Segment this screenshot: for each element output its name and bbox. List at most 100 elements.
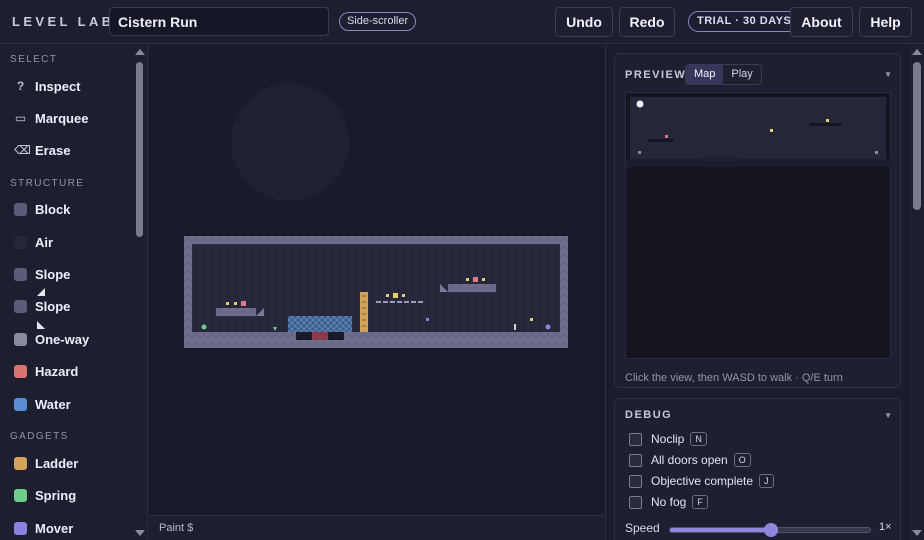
- debug-card: DEBUG ▼ Noclip N All doors open O Object…: [614, 398, 901, 540]
- tile-one-way[interactable]: One-way: [14, 327, 89, 351]
- tile-block[interactable]: Block: [14, 197, 70, 221]
- redo-button[interactable]: Redo: [619, 7, 675, 37]
- shortcut-key: J: [759, 474, 774, 488]
- tool-erase[interactable]: ⌫ Erase: [14, 138, 70, 162]
- scroll-down-icon[interactable]: [135, 530, 145, 536]
- tile-label: Air: [35, 234, 54, 250]
- shortcut-key: F: [692, 495, 708, 509]
- question-icon: ?: [16, 79, 25, 93]
- section-gadgets: GADGETS: [10, 431, 69, 442]
- tool-marquee[interactable]: ▭ Marquee: [14, 106, 89, 130]
- tab-play[interactable]: Play: [723, 65, 760, 84]
- minimap-gem: [770, 129, 773, 132]
- collapse-icon[interactable]: ▼: [884, 70, 892, 79]
- preview-card: PREVIEW Map Play ▼ Click the view, then …: [614, 53, 901, 388]
- objective-complete-option[interactable]: Objective complete J: [629, 472, 774, 490]
- gadget-spring[interactable]: Spring: [14, 483, 76, 507]
- player-start: [201, 324, 207, 330]
- coin: [386, 294, 389, 297]
- gadget-mover[interactable]: Mover: [14, 516, 73, 540]
- minimap[interactable]: [626, 93, 892, 360]
- block-swatch: [14, 202, 27, 216]
- level-canvas[interactable]: [149, 45, 604, 515]
- tool-label: Inspect: [35, 78, 81, 94]
- app-window: LEVEL LAB Side-scroller Undo Redo TRIAL …: [0, 0, 924, 540]
- tile-label: Hazard: [35, 363, 79, 379]
- tool-inspect[interactable]: ? Inspect: [14, 74, 81, 98]
- doors-open-option[interactable]: All doors open O: [629, 451, 751, 469]
- cursor-glow: [231, 83, 349, 201]
- preview-viewport[interactable]: [625, 92, 892, 360]
- water-pool: [288, 316, 352, 332]
- tile-slope-left[interactable]: Slope: [14, 262, 70, 286]
- coin: [402, 294, 405, 297]
- scroll-up-icon[interactable]: [135, 49, 145, 55]
- preview-tabs[interactable]: Map Play: [685, 64, 762, 85]
- tab-map[interactable]: Map: [686, 65, 724, 84]
- left-platform: [216, 308, 256, 316]
- minimap-level: [630, 97, 886, 159]
- minimap-shadow: [626, 159, 892, 167]
- minimap-coin: [826, 119, 829, 122]
- tool-label: Marquee: [35, 110, 89, 126]
- air-swatch: [14, 235, 27, 249]
- one-way-swatch: [14, 332, 27, 346]
- doors-open-checkbox[interactable]: [629, 453, 642, 467]
- trial-badge[interactable]: TRIAL · 30 DAYS: [688, 11, 801, 32]
- collapse-icon[interactable]: ▼: [884, 411, 892, 420]
- scrollbar-thumb[interactable]: [136, 62, 143, 237]
- tile-air[interactable]: Air: [14, 230, 53, 254]
- speed-control: Speed 1×: [625, 521, 895, 537]
- ceiling-blocks: [184, 236, 568, 244]
- erase-icon: ⌫: [14, 143, 31, 157]
- objective-checkbox[interactable]: [629, 474, 642, 488]
- tile-label: One-way: [35, 331, 90, 347]
- tile-water[interactable]: Water: [14, 392, 71, 416]
- slope-swatch: [14, 267, 27, 281]
- level-name-input[interactable]: [109, 7, 329, 36]
- tile-label: Water: [35, 396, 71, 412]
- spring-swatch: [14, 488, 27, 502]
- right-wall-blocks: [560, 236, 568, 348]
- tile-hazard[interactable]: Hazard: [14, 359, 78, 383]
- tile-slope-right[interactable]: Slope: [14, 294, 70, 318]
- left-wall-blocks: [184, 236, 192, 348]
- minimap-exit: [875, 151, 878, 154]
- right-platform: [448, 284, 496, 292]
- slope-swatch: [14, 299, 27, 313]
- no-fog-option[interactable]: No fog F: [629, 493, 708, 511]
- shortcut-key: N: [690, 432, 707, 446]
- speed-knob[interactable]: [764, 523, 778, 537]
- noclip-checkbox[interactable]: [629, 432, 642, 446]
- speed-slider[interactable]: [669, 523, 871, 537]
- floor-blocks: [184, 332, 568, 348]
- speed-fill: [670, 528, 770, 532]
- scroll-down-icon[interactable]: [912, 530, 922, 536]
- level-grid: [184, 236, 568, 348]
- option-label: No fog: [651, 495, 687, 509]
- palette-scrollbar[interactable]: [133, 45, 146, 540]
- level-map[interactable]: [184, 236, 568, 348]
- brand-logo: LEVEL LAB: [12, 14, 115, 29]
- help-button[interactable]: Help: [859, 7, 912, 37]
- marquee-icon: ▭: [14, 111, 27, 125]
- hazard-swatch: [14, 364, 27, 378]
- section-structure: STRUCTURE: [10, 178, 85, 189]
- option-label: Noclip: [651, 432, 685, 446]
- noclip-option[interactable]: Noclip N: [629, 430, 707, 448]
- coin: [530, 318, 533, 321]
- panel-scrollbar[interactable]: [910, 45, 924, 540]
- no-fog-checkbox[interactable]: [629, 495, 642, 509]
- minimap-key: [665, 135, 668, 138]
- scroll-up-icon[interactable]: [912, 49, 922, 55]
- scrollbar-thumb[interactable]: [913, 62, 921, 210]
- section-select: SELECT: [10, 54, 58, 65]
- top-bar: LEVEL LAB Side-scroller Undo Redo TRIAL …: [0, 0, 924, 44]
- option-label: All doors open: [651, 453, 728, 467]
- about-button[interactable]: About: [790, 7, 853, 37]
- mode-badge[interactable]: Side-scroller: [339, 12, 417, 31]
- gadget-ladder[interactable]: Ladder: [14, 451, 78, 475]
- gadget-label: Mover: [35, 520, 74, 536]
- mover-marker: [426, 318, 429, 321]
- undo-button[interactable]: Undo: [555, 7, 613, 37]
